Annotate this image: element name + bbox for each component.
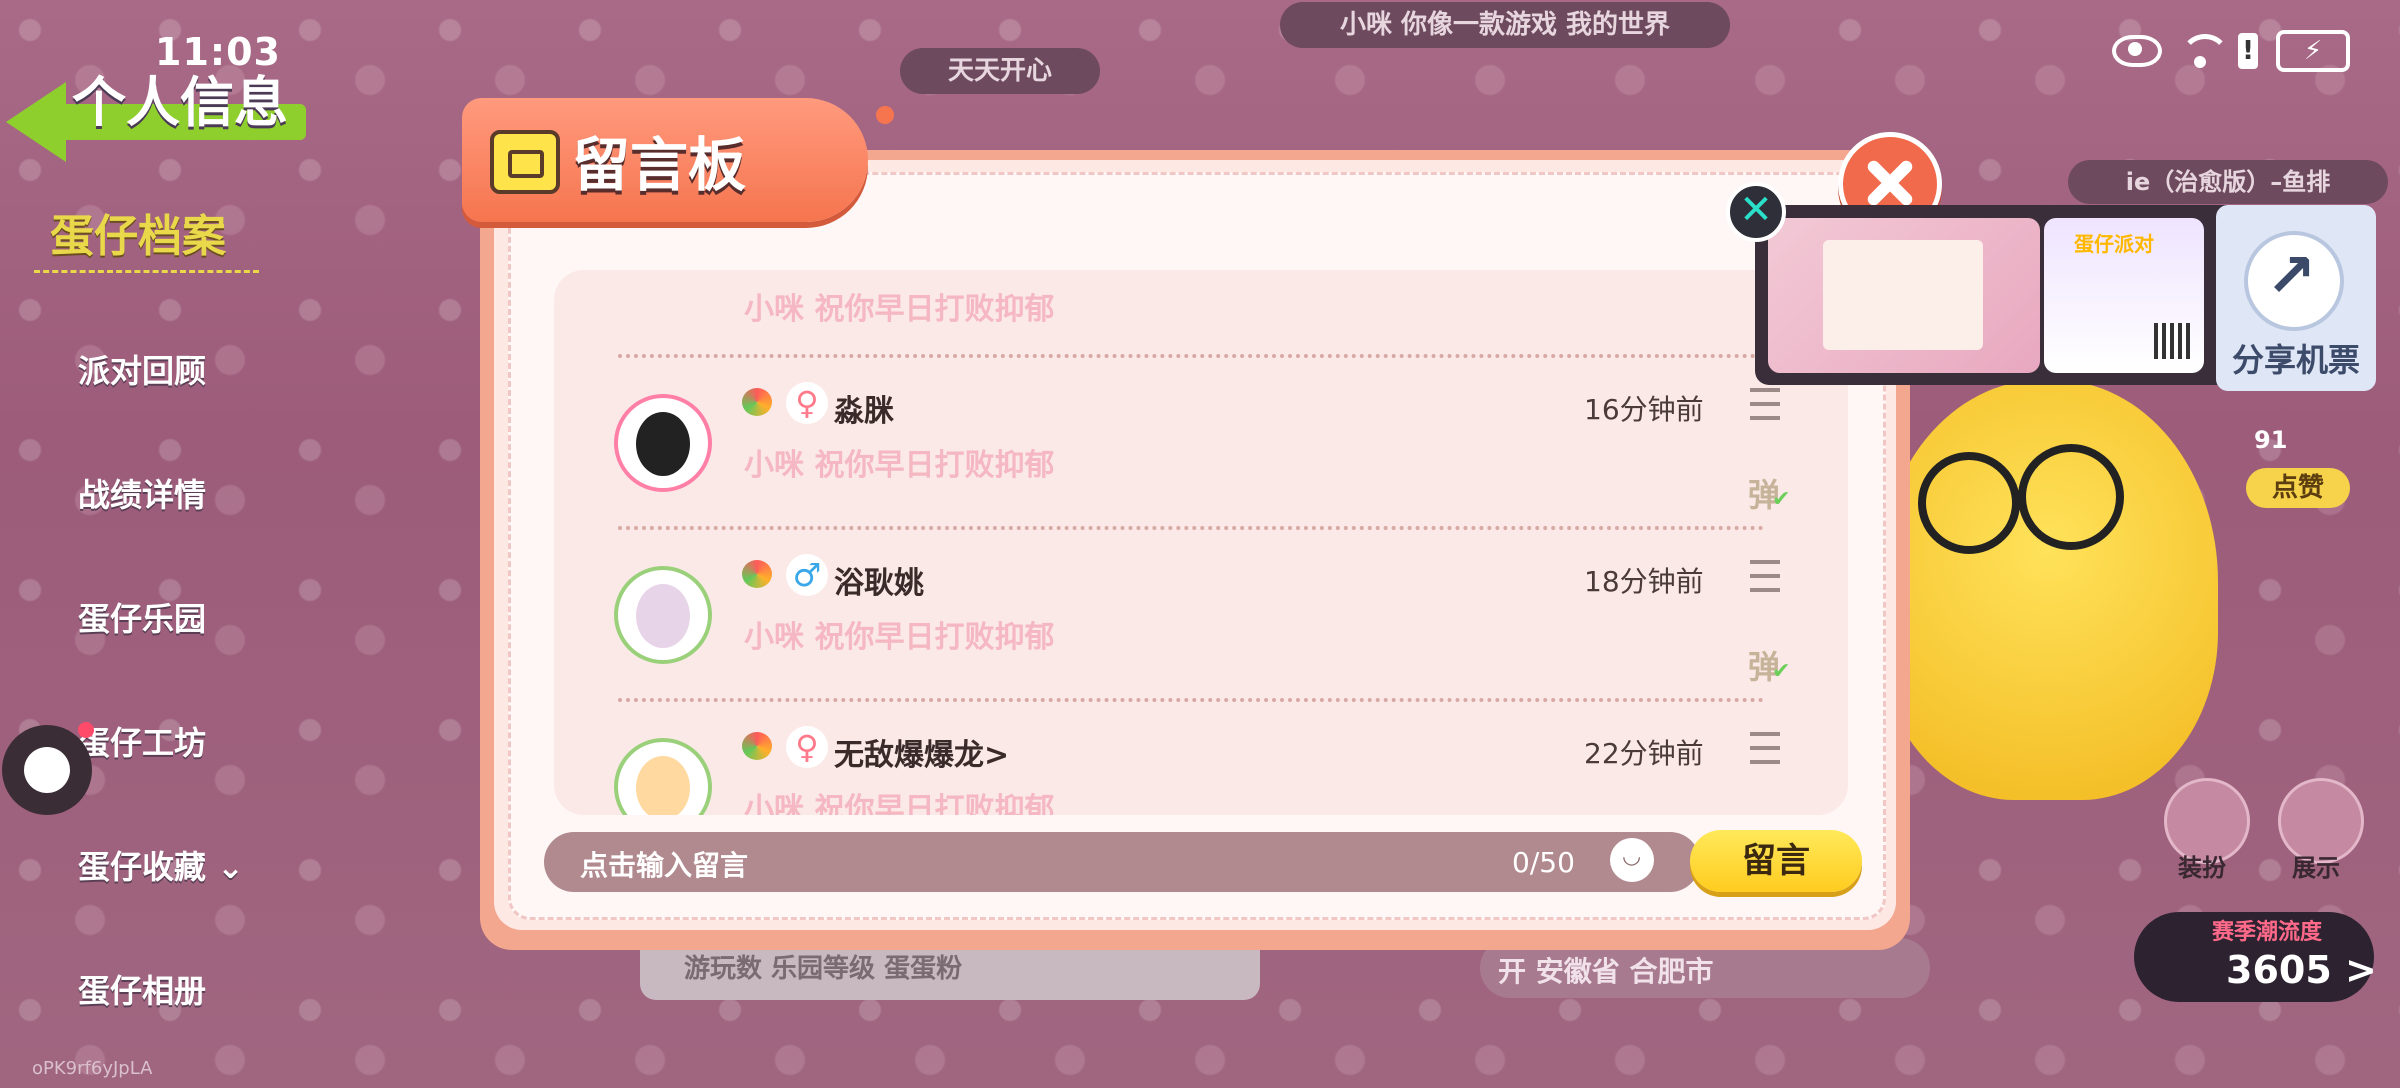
danmu-toggle[interactable]: 弹✔ xyxy=(1748,470,1798,516)
danmu-toggle[interactable]: 弹✔ xyxy=(1748,642,1798,688)
showcase-label: 展示 xyxy=(2292,854,2340,882)
gender-male-icon: ♂ xyxy=(786,554,828,596)
message-input-placeholder: 点击输入留言 xyxy=(580,849,749,882)
share-icon xyxy=(2248,235,2340,327)
nav-section-title[interactable]: 蛋仔档案 xyxy=(50,200,226,264)
send-message-button[interactable]: 留言 xyxy=(1690,830,1862,892)
stats-strip-text: 游玩数 乐园等级 蛋蛋粉 xyxy=(684,954,963,984)
nav-item-workshop[interactable]: 蛋仔工坊 xyxy=(78,718,206,764)
char-counter: 0/50 xyxy=(1512,846,1575,879)
nav-item-album[interactable]: 蛋仔相册 xyxy=(78,966,206,1012)
nav-divider xyxy=(34,270,259,273)
rank-badge-icon xyxy=(738,726,778,766)
list-item: ♂ 浴耿姚 18分钟前 小咪 祝你早日打败抑郁 弹✔ xyxy=(554,538,1848,710)
status-icons: ! ⚡ xyxy=(2112,30,2350,72)
avatar[interactable] xyxy=(614,566,712,664)
username[interactable]: 浴耿姚 xyxy=(834,558,924,602)
season-trend-value: 3605 > xyxy=(2226,948,2377,992)
wifi-icon xyxy=(2180,34,2230,68)
timestamp: 18分钟前 xyxy=(1584,565,1704,598)
alert-icon: ! xyxy=(2238,33,2258,69)
profile-signature: 小咪 你像一款游戏 我的世界 xyxy=(1280,2,1730,48)
share-card-title: 蛋仔派对 xyxy=(2074,232,2154,256)
message-list[interactable]: 小咪 祝你早日打败抑郁 ♀ 淼脒 16分钟前 小咪 祝你早日打败抑郁 弹✔ ♂ … xyxy=(554,270,1848,815)
player-character xyxy=(1878,380,2218,800)
screenshot-thumbnail[interactable] xyxy=(1768,218,2040,373)
message-text: 小咪 祝你早日打败抑郁 xyxy=(744,448,1055,483)
nav-item-collection-label: 蛋仔收藏 xyxy=(78,848,207,886)
rank-badge-icon xyxy=(738,382,778,422)
menu-icon[interactable] xyxy=(1750,560,1780,592)
avatar[interactable] xyxy=(614,738,712,815)
nav-item-battle-details[interactable]: 战绩详情 xyxy=(78,470,206,516)
message-board-icon xyxy=(490,130,560,194)
avatar[interactable] xyxy=(614,394,712,492)
gender-female-icon: ♀ xyxy=(786,382,828,424)
floating-assist-button[interactable] xyxy=(2,725,92,815)
chevron-down-icon: ⌄ xyxy=(217,848,244,886)
close-icon[interactable]: ✕ xyxy=(1726,182,1786,242)
glasses-left xyxy=(1918,452,2020,554)
notification-dot xyxy=(78,722,94,738)
season-trend-label: 赛季潮流度 xyxy=(2212,920,2323,945)
message-text: 小咪 祝你早日打败抑郁 xyxy=(744,292,1055,327)
page-title: 个人信息 xyxy=(72,71,288,134)
check-icon: ✔ xyxy=(1772,487,1791,512)
gender-female-icon: ♀ xyxy=(786,726,828,768)
modal-title: 留言板 xyxy=(572,131,747,199)
tag-decoration-dot xyxy=(876,106,894,124)
nav-item-paradise[interactable]: 蛋仔乐园 xyxy=(78,594,206,640)
glasses-right xyxy=(2018,444,2124,550)
share-ticket-label: 分享机票 xyxy=(2231,341,2360,379)
list-separator xyxy=(618,698,1764,702)
like-button[interactable]: 点赞 xyxy=(2246,468,2350,508)
rank-badge-icon xyxy=(738,554,778,594)
list-separator xyxy=(618,354,1764,358)
player-tag: ie（治愈版）–鱼排 xyxy=(2068,160,2388,204)
menu-icon[interactable] xyxy=(1750,388,1780,420)
menu-icon[interactable] xyxy=(1750,732,1780,764)
username[interactable]: 淼脒 xyxy=(834,386,894,430)
list-item: 小咪 祝你早日打败抑郁 xyxy=(554,270,1848,342)
username[interactable]: 无敌爆爆龙> xyxy=(834,730,1009,774)
profile-tagline: 天天开心 xyxy=(900,48,1100,94)
nav-item-party-review[interactable]: 派对回顾 xyxy=(78,346,206,392)
timestamp: 16分钟前 xyxy=(1584,393,1704,426)
back-button[interactable]: 个人信息 xyxy=(0,30,320,162)
battery-icon: ⚡ xyxy=(2276,30,2350,72)
eye-icon xyxy=(2112,35,2162,67)
dress-up-label: 装扮 xyxy=(2178,854,2226,882)
qr-code-icon xyxy=(2154,323,2190,359)
message-text: 小咪 祝你早日打败抑郁 xyxy=(744,792,1055,815)
location-strip-text: 开 安徽省 合肥市 xyxy=(1498,955,1714,988)
list-item: ♀ 淼脒 16分钟前 小咪 祝你早日打败抑郁 弹✔ xyxy=(554,366,1848,538)
check-icon: ✔ xyxy=(1772,659,1791,684)
emoji-button[interactable] xyxy=(1610,838,1654,882)
list-item: ♀ 无敌爆爆龙> 22分钟前 小咪 祝你早日打败抑郁 xyxy=(554,710,1848,815)
timestamp: 22分钟前 xyxy=(1584,737,1704,770)
share-card-thumbnail[interactable]: 蛋仔派对 xyxy=(2044,218,2204,373)
list-separator xyxy=(618,526,1764,530)
nav-item-collection[interactable]: 蛋仔收藏 ⌄ xyxy=(78,842,244,888)
like-count: 91 xyxy=(2254,426,2288,454)
watermark-text: oPK9rf6yJpLA xyxy=(32,1058,153,1079)
message-text: 小咪 祝你早日打败抑郁 xyxy=(744,620,1055,655)
share-ticket-button[interactable]: 分享机票 xyxy=(2216,205,2376,391)
